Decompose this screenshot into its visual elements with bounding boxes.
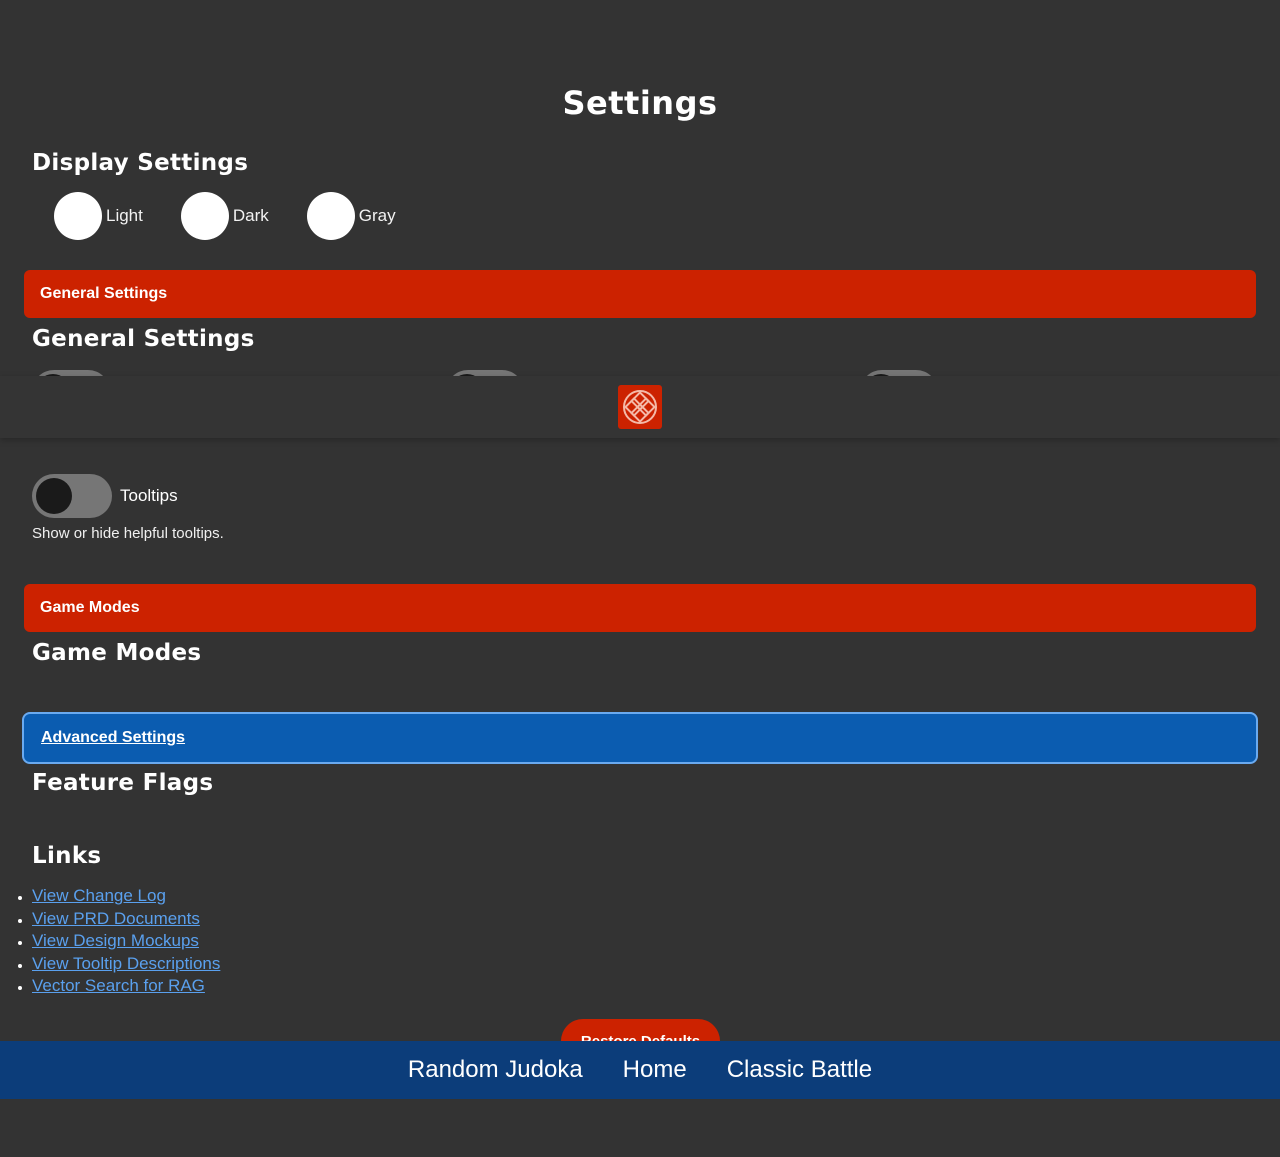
tooltips-toggle[interactable] (32, 474, 112, 518)
page-title: Settings (562, 84, 718, 122)
display-option-gray[interactable]: Gray (306, 192, 396, 240)
restore-defaults-button[interactable]: Restore Defaults (561, 1019, 720, 1041)
list-item: Vector Search for RAG (32, 975, 220, 998)
tooltips-setting: Tooltips (32, 474, 178, 518)
gray-radio[interactable] (306, 192, 355, 240)
tooltip-descriptions-link[interactable]: View Tooltip Descriptions (32, 954, 220, 973)
toggle-knob (36, 478, 72, 514)
logo-banner (0, 376, 1280, 438)
game-modes-bar[interactable]: Game Modes (24, 584, 1256, 632)
app-logo-icon[interactable] (618, 385, 662, 429)
design-mockups-link[interactable]: View Design Mockups (32, 931, 199, 950)
general-settings-heading: General Settings (32, 326, 255, 352)
nav-random-judoka[interactable]: Random Judoka (408, 1056, 583, 1084)
tooltips-label: Tooltips (120, 486, 178, 505)
links-list: View Change Log View PRD Documents View … (32, 885, 220, 998)
display-settings-heading: Display Settings (32, 150, 249, 176)
display-option-light[interactable]: Light (54, 192, 143, 240)
advanced-settings-bar[interactable]: Advanced Settings (24, 714, 1256, 762)
display-mode-options: Light Dark Gray (54, 192, 434, 240)
change-log-link[interactable]: View Change Log (32, 886, 166, 905)
prd-documents-link[interactable]: View PRD Documents (32, 909, 200, 928)
general-settings-bar[interactable]: General Settings (24, 270, 1256, 318)
bottom-nav: Random Judoka Home Classic Battle (0, 1041, 1280, 1099)
nav-classic-battle[interactable]: Classic Battle (727, 1056, 872, 1084)
dark-radio[interactable] (180, 192, 229, 240)
light-label: Light (106, 206, 143, 225)
list-item: View Change Log (32, 885, 220, 908)
list-item: View PRD Documents (32, 908, 220, 931)
nav-home[interactable]: Home (623, 1056, 687, 1084)
display-option-dark[interactable]: Dark (180, 192, 269, 240)
list-item: View Design Mockups (32, 930, 220, 953)
list-item: View Tooltip Descriptions (32, 953, 220, 976)
feature-flags-heading: Feature Flags (32, 770, 214, 796)
gray-label: Gray (358, 206, 396, 225)
tooltips-description: Show or hide helpful tooltips. (32, 525, 224, 542)
dark-label: Dark (232, 206, 269, 225)
links-heading: Links (32, 843, 102, 869)
light-radio[interactable] (54, 192, 102, 240)
vector-search-link[interactable]: Vector Search for RAG (32, 976, 205, 995)
game-modes-heading: Game Modes (32, 640, 202, 666)
